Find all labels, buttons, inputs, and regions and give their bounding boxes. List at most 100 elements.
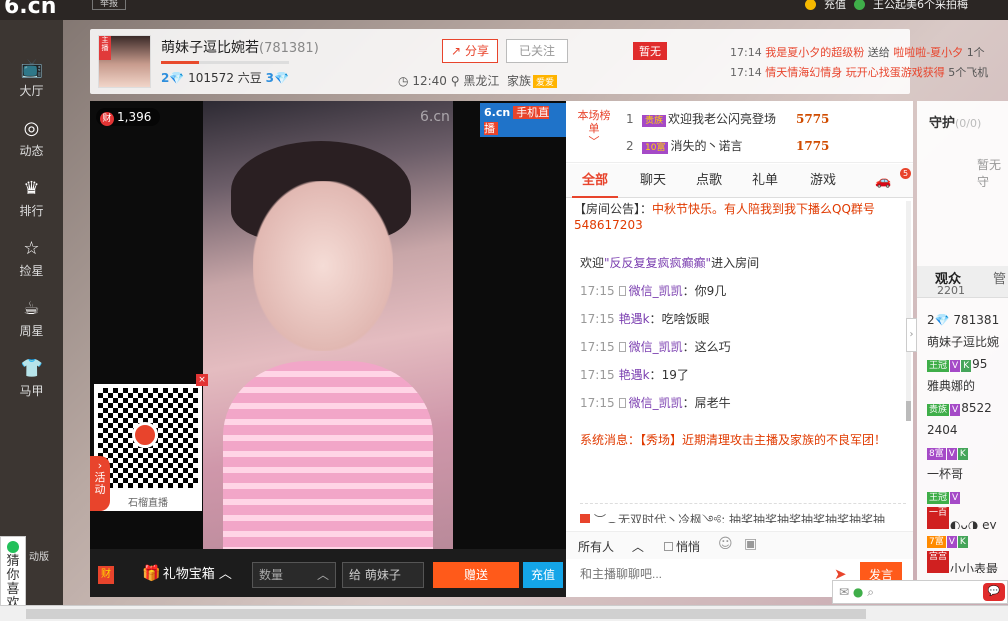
video-player[interactable]: 财 1,396 6.cn 6.cn 手机直播 石榴直播 × › 活动 bbox=[90, 101, 566, 549]
chat-scrollbar[interactable] bbox=[906, 201, 911, 421]
audience-item[interactable]: 贵族 V 8522 bbox=[927, 397, 1008, 419]
recipient-select[interactable]: 给 萌妹子 bbox=[342, 562, 424, 588]
car-icon[interactable]: 🚗 5 bbox=[875, 168, 911, 190]
user-name[interactable]: 王公起美6个采拍梅 bbox=[873, 0, 968, 12]
audience-name: 萌妹子逗比婉 bbox=[927, 335, 1000, 349]
activity-tab[interactable]: › 活动 bbox=[90, 456, 110, 511]
tab-admin[interactable]: 管 bbox=[993, 268, 1006, 287]
chat-message: 17:15 微信_凯凯：屌老牛 bbox=[580, 396, 731, 410]
check-icon[interactable]: ● bbox=[853, 585, 863, 599]
audience-item[interactable]: 7富 V K bbox=[927, 529, 1008, 551]
nav-item-weekstar[interactable]: ☕ 周星 bbox=[0, 290, 63, 350]
top-bar: 6.cn 举报 充值 王公起美6个采拍梅 bbox=[0, 0, 1008, 20]
mail-icon[interactable]: ✉ bbox=[839, 585, 849, 599]
diamond-icon: 💎 bbox=[273, 71, 289, 85]
rank-row[interactable]: 2 10富 消失的丶诺言 1775 bbox=[626, 133, 906, 159]
gift-bar: 财 🎁 礼物宝箱 ︿ 数量 ︿ 给 萌妹子 赠送 充值 bbox=[90, 549, 566, 597]
crown-icon: ♛ bbox=[23, 178, 40, 199]
send-gift-button[interactable]: 赠送 bbox=[433, 562, 519, 588]
gift-box-button[interactable]: 🎁 礼物宝箱 ︿ bbox=[142, 563, 232, 582]
target-select[interactable]: 所有人 ︿ bbox=[578, 538, 644, 555]
nav-item-star[interactable]: ☆ 捡星 bbox=[0, 230, 63, 290]
cup-icon: ☕ bbox=[23, 298, 40, 319]
scroll-thumb[interactable] bbox=[26, 609, 866, 619]
user-badge: V bbox=[950, 360, 961, 372]
chat-tabs: 全部 聊天 点歌 礼单 游戏 🚗 5 bbox=[566, 164, 913, 198]
ranking-title[interactable]: 本场榜单 ﹀ bbox=[574, 109, 614, 148]
user-badge: 宫宫 bbox=[927, 551, 950, 573]
whisper-checkbox[interactable]: 悄悄 bbox=[664, 538, 700, 555]
expand-panel-button[interactable]: › bbox=[906, 318, 917, 352]
chat-panel: 本场榜单 ﹀ 1 贵族 欢迎我老公闪亮登场 5775 2 10富 消失的丶诺言 1775 全部… bbox=[566, 101, 913, 597]
chevron-up-icon: ︿ bbox=[218, 567, 232, 582]
anchor-avatar[interactable]: 主播 bbox=[98, 35, 151, 88]
nav-item-vest[interactable]: 👕 马甲 bbox=[0, 350, 63, 410]
level-progress-fill bbox=[161, 61, 200, 64]
phone-icon bbox=[618, 342, 626, 352]
audience-name: 雅典娜的 bbox=[927, 379, 976, 393]
audience-name: 2💎 781381 bbox=[927, 313, 1000, 327]
user-badge: 王冠 bbox=[927, 360, 950, 372]
anchor-meta: ◷ 12:40 ⚲ 黑龙江 家族 爱爱 bbox=[398, 72, 558, 89]
quantity-input[interactable]: 数量 ︿ bbox=[252, 562, 336, 588]
tv-icon: 📺 bbox=[20, 58, 43, 79]
chat-message: 17:15 微信_凯凯：你9几 bbox=[580, 284, 727, 298]
dongtai-link[interactable]: 动版 bbox=[26, 548, 52, 584]
diamond-icon: 💎 bbox=[169, 71, 185, 85]
guard-empty: 暂无守 bbox=[977, 158, 1002, 189]
top-user-area: 充值 王公起美6个采拍梅 bbox=[805, 0, 968, 12]
wealth-icon[interactable]: 财 bbox=[98, 566, 114, 584]
audience-item[interactable]: 2💎 781381 bbox=[927, 309, 1008, 331]
watermark: 6.cn bbox=[420, 109, 450, 125]
emoji-icon[interactable]: ☺ bbox=[718, 536, 733, 552]
audience-item[interactable]: 一杯哥 bbox=[927, 463, 1008, 485]
tab-gifts[interactable]: 礼单 bbox=[740, 164, 790, 198]
tab-all[interactable]: 全部 bbox=[572, 164, 618, 198]
site-logo[interactable]: 6.cn bbox=[4, 0, 56, 19]
audience-item[interactable]: 8富 V K bbox=[927, 441, 1008, 463]
tab-songs[interactable]: 点歌 bbox=[684, 164, 734, 198]
tab-chat[interactable]: 聊天 bbox=[628, 164, 678, 198]
lottery-message: ︶︵无双时代丶冷枫༺: 抽奖抽奖抽奖抽奖抽奖抽奖抽 bbox=[580, 503, 906, 523]
search-icon[interactable]: ⌕ bbox=[867, 585, 874, 599]
audience-item[interactable]: 雅典娜的 bbox=[927, 375, 1008, 397]
nav-item-hall[interactable]: 📺 大厅 bbox=[0, 50, 63, 110]
session-ranking: 本场榜单 ﹀ 1 贵族 欢迎我老公闪亮登场 5775 2 10富 消失的丶诺言 1775 bbox=[566, 101, 913, 163]
anchor-name: 萌妹子逗比婉若(781381) bbox=[161, 40, 319, 56]
bottom-toolbar: ✉ ● ⌕ 💬 bbox=[832, 580, 1008, 604]
right-panel: 守护(0/0) 暂无守 观众 2201 管 2💎 781381 萌妹子逗比婉 王冠 V… bbox=[917, 101, 1008, 597]
audience-item[interactable]: 王冠 V bbox=[927, 485, 1008, 507]
report-button[interactable]: 举报 bbox=[92, 0, 126, 10]
image-icon[interactable]: ▣ bbox=[744, 536, 757, 552]
audience-item[interactable]: 宫宫小小表最 bbox=[927, 551, 1008, 573]
close-icon[interactable]: × bbox=[196, 374, 208, 386]
user-badge: K bbox=[957, 536, 968, 548]
chat-message: 17:15 微信_凯凯：这么巧 bbox=[580, 340, 731, 354]
tab-games[interactable]: 游戏 bbox=[796, 164, 850, 198]
audience-name: 小小表最 bbox=[950, 562, 999, 573]
recharge-link[interactable]: 充值 bbox=[824, 0, 846, 12]
audience-item[interactable]: 2404 bbox=[927, 419, 1008, 441]
mobile-live-logo: 6.cn 手机直播 bbox=[480, 103, 566, 137]
nav-item-rank[interactable]: ♛ 排行 bbox=[0, 170, 63, 230]
user-badge: K bbox=[957, 448, 968, 460]
follow-button[interactable]: 已关注 bbox=[506, 39, 568, 63]
audience-item[interactable]: 萌妹子逗比婉 bbox=[927, 331, 1008, 353]
badge-icon: 主播 bbox=[99, 36, 111, 60]
nav-item-dynamic[interactable]: ◎ 动态 bbox=[0, 110, 63, 170]
chat-input[interactable] bbox=[574, 563, 824, 585]
recharge-button[interactable]: 充值 bbox=[523, 562, 563, 588]
audience-item[interactable]: 王冠 V K 95 bbox=[927, 353, 1008, 375]
chat-controls: 所有人 ︿ 悄悄 ☺ ▣ bbox=[566, 531, 913, 559]
share-button[interactable]: ↗ 分享 bbox=[442, 39, 498, 63]
horizontal-scrollbar[interactable] bbox=[0, 605, 1008, 621]
message-icon[interactable]: 💬 bbox=[983, 583, 1005, 601]
rank-row[interactable]: 1 贵族 欢迎我老公闪亮登场 5775 bbox=[626, 106, 906, 132]
video-frame bbox=[203, 101, 453, 549]
chevron-down-icon: ﹀ bbox=[588, 135, 600, 148]
audience-item[interactable]: 一百◐ᴗ◑ ey bbox=[927, 507, 1008, 529]
scroll-thumb[interactable] bbox=[906, 401, 911, 421]
user-badge: V bbox=[946, 448, 957, 460]
gift-marquee: 17:14 我是夏小夕的超级粉 送给 啦啦啦-夏小夕 1个 17:14 情天情海… bbox=[730, 46, 989, 79]
left-nav: 📺 大厅 ◎ 动态 ♛ 排行 ☆ 捡星 ☕ 周星 👕 马甲 bbox=[0, 20, 63, 605]
